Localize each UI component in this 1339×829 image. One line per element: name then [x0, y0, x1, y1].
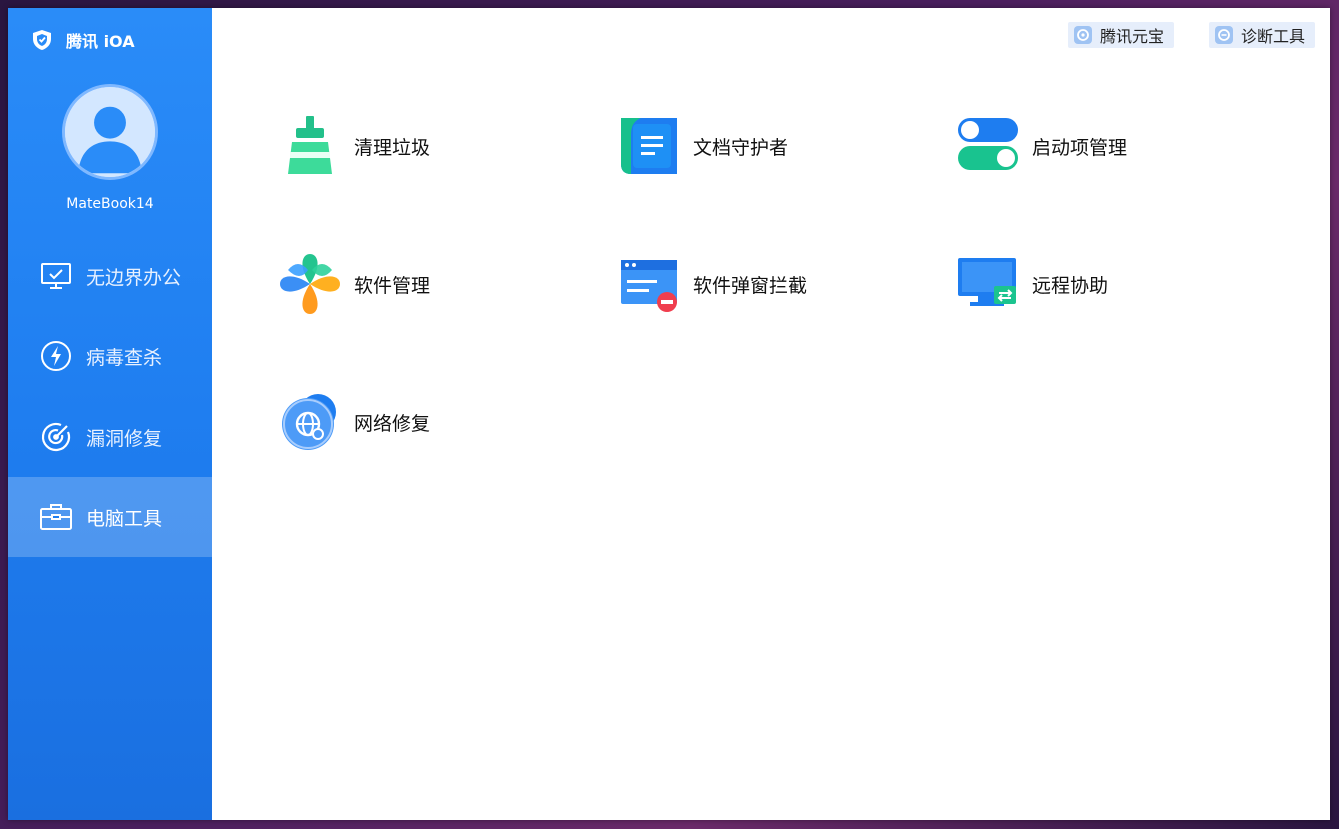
tool-label: 远程协助	[1032, 274, 1109, 297]
sidebar-item-label: 病毒查杀	[86, 346, 163, 369]
yuanbao-icon	[1074, 26, 1092, 44]
brand-name: 腾讯 iOA	[66, 32, 135, 51]
sidebar-item-boundaryless-office[interactable]: 无边界办公	[8, 236, 212, 316]
remote-monitor-icon	[956, 252, 1020, 316]
brand: 腾讯 iOA	[30, 26, 135, 54]
monitor-icon	[38, 258, 74, 294]
clover-icon	[278, 252, 342, 316]
sidebar-item-label: 电脑工具	[86, 507, 163, 530]
diagnose-icon	[1215, 26, 1233, 44]
document-icon	[617, 114, 681, 178]
tool-label: 软件弹窗拦截	[693, 274, 808, 297]
target-icon	[38, 419, 74, 455]
yuanbao-label: 腾讯元宝	[1100, 27, 1165, 46]
toggle-icon	[956, 114, 1020, 178]
username: MateBook14	[66, 196, 154, 212]
popup-block-icon	[617, 252, 681, 316]
avatar[interactable]	[62, 84, 158, 180]
tool-label: 网络修复	[354, 412, 431, 435]
sidebar-item-pc-tools[interactable]: 电脑工具	[8, 477, 212, 557]
tool-popup-blocker[interactable]: 软件弹窗拦截	[617, 252, 807, 316]
sidebar-item-label: 漏洞修复	[86, 427, 163, 450]
tool-remote-assist[interactable]: 远程协助	[956, 252, 1108, 316]
tool-label: 清理垃圾	[354, 136, 431, 159]
sidebar-item-label: 无边界办公	[86, 266, 182, 289]
app-window: 腾讯 iOA MateBook14 无边界办公 病毒查杀 漏洞修复 电脑工具 腾…	[8, 8, 1330, 820]
tool-startup-manager[interactable]: 启动项管理	[956, 114, 1127, 178]
user-avatar-icon	[65, 87, 155, 177]
broom-icon	[278, 114, 342, 178]
tool-label: 软件管理	[354, 274, 431, 297]
lightning-icon	[38, 338, 74, 374]
sidebar-item-vulnerability-fix[interactable]: 漏洞修复	[8, 397, 212, 477]
sidebar: 腾讯 iOA MateBook14 无边界办公 病毒查杀 漏洞修复 电脑工具	[8, 8, 212, 820]
tool-label: 启动项管理	[1032, 136, 1128, 159]
tool-software-manager[interactable]: 软件管理	[278, 252, 430, 316]
diagnose-tool-button[interactable]: 诊断工具	[1209, 22, 1316, 48]
diagnose-label: 诊断工具	[1241, 27, 1306, 46]
title-bar: 腾讯元宝 诊断工具	[730, 8, 1330, 60]
tool-network-repair[interactable]: 网络修复	[278, 390, 430, 454]
sidebar-item-virus-scan[interactable]: 病毒查杀	[8, 316, 212, 396]
tool-clean-junk[interactable]: 清理垃圾	[278, 114, 430, 178]
yuanbao-button[interactable]: 腾讯元宝	[1068, 22, 1175, 48]
tool-document-guard[interactable]: 文档守护者	[617, 114, 788, 178]
shield-logo-icon	[33, 30, 51, 50]
network-globe-icon	[278, 390, 342, 454]
toolbox-icon	[38, 499, 74, 535]
tool-label: 文档守护者	[693, 136, 789, 159]
